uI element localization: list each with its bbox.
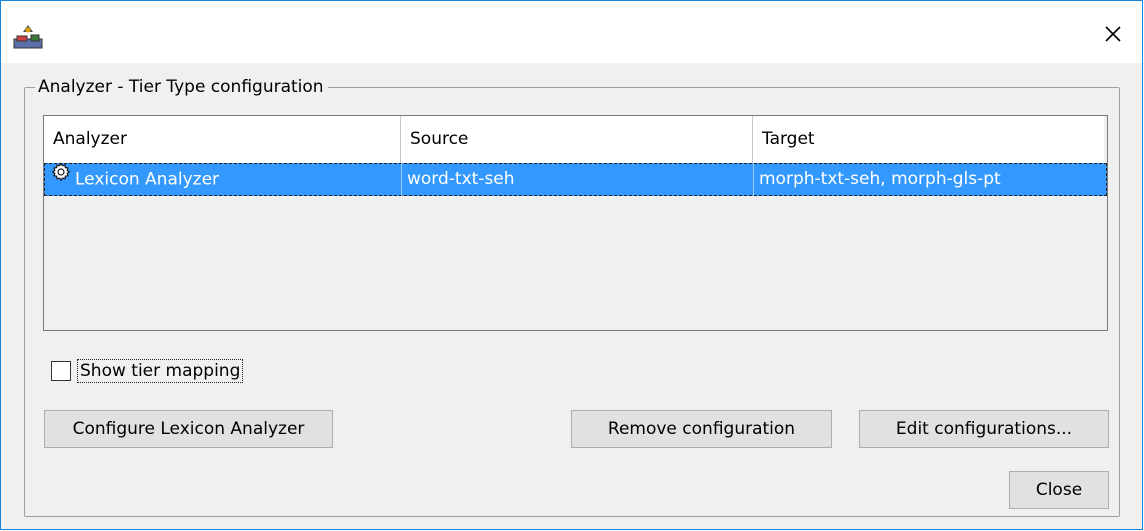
analyzer-name: Lexicon Analyzer: [75, 169, 220, 190]
analyzer-table[interactable]: Analyzer Source Target Lexicon Analyzer …: [43, 115, 1108, 331]
close-icon: [1105, 26, 1121, 42]
close-window-button[interactable]: [1096, 17, 1130, 51]
gear-icon: [51, 161, 71, 194]
table-row[interactable]: Lexicon Analyzer word-txt-seh morph-txt-…: [44, 161, 1107, 196]
group-title: Analyzer - Tier Type configuration: [35, 76, 328, 98]
cell-source: word-txt-seh: [401, 163, 753, 196]
show-tier-mapping-label[interactable]: Show tier mapping: [77, 359, 244, 383]
edit-configurations-button[interactable]: Edit configurations...: [859, 410, 1109, 448]
column-header-analyzer[interactable]: Analyzer: [44, 116, 401, 163]
dialog-window: Analyzer - Tier Type configuration Analy…: [0, 0, 1143, 530]
cell-target: morph-txt-seh, morph-gls-pt: [753, 163, 1104, 196]
column-header-target[interactable]: Target: [753, 116, 1104, 163]
show-tier-mapping-option[interactable]: Show tier mapping: [51, 358, 244, 384]
cell-analyzer: Lexicon Analyzer: [44, 161, 401, 196]
title-bar: [1, 1, 1142, 63]
remove-configuration-button[interactable]: Remove configuration: [571, 410, 832, 448]
column-header-source[interactable]: Source: [401, 116, 753, 163]
close-button[interactable]: Close: [1009, 471, 1109, 509]
app-icon: [13, 23, 43, 49]
show-tier-mapping-checkbox[interactable]: [51, 361, 71, 381]
configure-analyzer-button[interactable]: Configure Lexicon Analyzer: [44, 410, 333, 448]
table-header: Analyzer Source Target: [44, 116, 1104, 164]
